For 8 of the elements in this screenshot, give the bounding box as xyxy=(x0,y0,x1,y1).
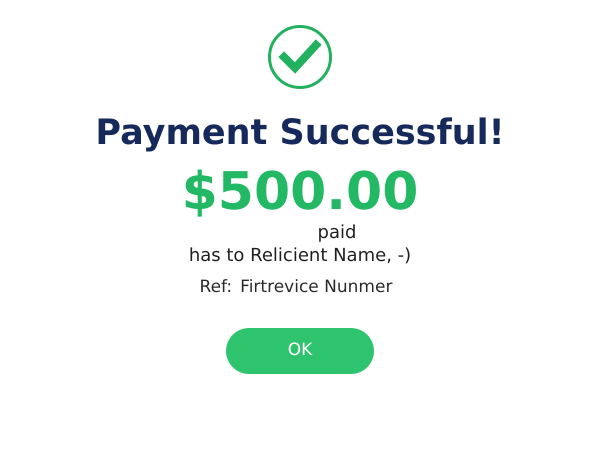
recipient-text: has to Relicient Name, -) xyxy=(188,244,412,268)
ok-button[interactable]: OK xyxy=(226,328,374,374)
checkmark-icon xyxy=(267,24,333,90)
amount: $500.00 xyxy=(182,162,418,222)
title: Payment Successful! xyxy=(95,112,505,154)
reference-label: Ref: xyxy=(200,276,232,298)
paid-label: paid xyxy=(318,222,356,244)
reference-value: Firtrevice Nunmer xyxy=(240,276,392,298)
